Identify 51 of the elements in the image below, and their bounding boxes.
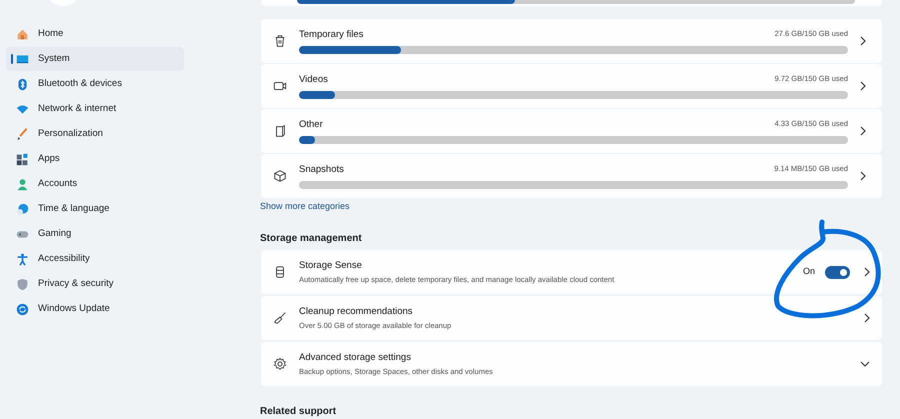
- trash-icon: [273, 34, 287, 48]
- sidebar-item[interactable]: Time & language: [6, 197, 184, 221]
- document-icon: [273, 124, 287, 138]
- show-more-link[interactable]: Show more categories: [260, 202, 350, 211]
- house-icon: [16, 28, 29, 40]
- setting-title: Cleanup recommendations: [299, 304, 414, 319]
- brush-icon: [16, 128, 29, 140]
- section-heading: Related support: [260, 407, 336, 417]
- sidebar-item[interactable]: Accessibility: [6, 247, 184, 271]
- accessibility-icon: [16, 252, 29, 266]
- sidebar-item[interactable]: Network & internet: [6, 97, 184, 121]
- sidebar-item[interactable]: Bluetooth & devices: [6, 72, 184, 96]
- gear-icon: [273, 357, 287, 371]
- sidebar-item[interactable]: Privacy & security: [6, 272, 184, 296]
- shield-icon: [16, 278, 29, 290]
- apps-icon: [16, 152, 29, 166]
- sidebar-item[interactable]: Home: [6, 22, 184, 46]
- chevron-right-icon: [864, 267, 870, 277]
- monitor-icon: [16, 52, 29, 66]
- sidebar-item[interactable]: System: [6, 47, 184, 71]
- toggle-switch[interactable]: [825, 266, 850, 278]
- chevron-right-icon: [860, 36, 866, 46]
- database-icon: [273, 265, 287, 279]
- storage-category-card[interactable]: [261, 0, 882, 6]
- section-heading: Storage management: [260, 234, 362, 244]
- globe-clock-icon: [16, 202, 29, 216]
- sidebar-item[interactable]: Personalization: [6, 122, 184, 146]
- category-name: Snapshots: [299, 163, 344, 178]
- toggle-state-text: On: [802, 265, 815, 278]
- chevron-right-icon: [860, 81, 866, 91]
- wifi-icon: [16, 102, 29, 116]
- chevron-right-icon: [860, 171, 866, 181]
- chevron-right-icon: [864, 313, 870, 323]
- category-name: Videos: [299, 73, 328, 88]
- sidebar-item[interactable]: Apps: [6, 147, 184, 171]
- broom-icon: [273, 311, 287, 325]
- selection-indicator: [11, 54, 13, 64]
- category-name: Other: [299, 118, 323, 132]
- sidebar-item[interactable]: Gaming: [6, 222, 184, 246]
- category-name: Temporary files: [299, 28, 364, 42]
- sync-icon: [16, 302, 29, 316]
- cube-icon: [273, 169, 287, 183]
- setting-title: Storage Sense: [299, 258, 363, 273]
- video-camera-icon: [273, 79, 287, 93]
- bluetooth-icon: [16, 78, 29, 90]
- chevron-right-icon: [860, 126, 866, 136]
- person-icon: [16, 178, 29, 190]
- sidebar-item[interactable]: Windows Update: [6, 297, 184, 321]
- chevron-down-icon: [860, 361, 870, 367]
- setting-title: Advanced storage settings: [299, 350, 412, 365]
- sidebar-item[interactable]: Accounts: [6, 172, 184, 196]
